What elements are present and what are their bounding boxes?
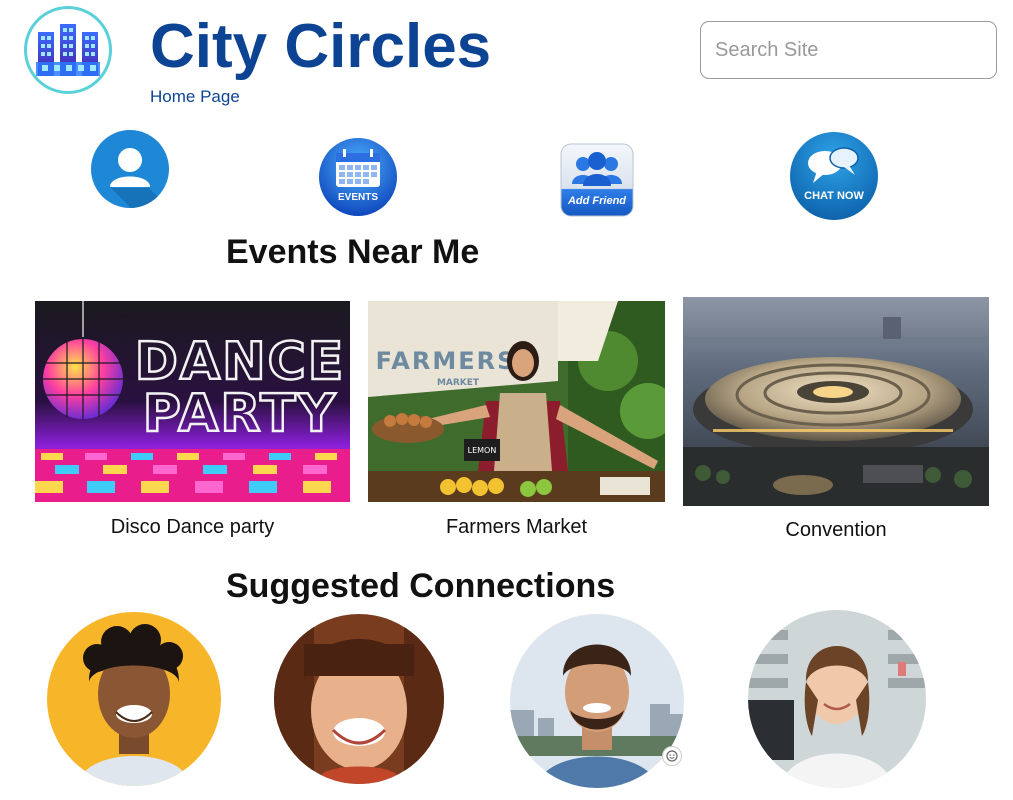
events-button[interactable]: EVENTS bbox=[318, 137, 398, 217]
connection-avatar-3[interactable] bbox=[510, 614, 684, 788]
lemon-price-sign: LEMON bbox=[468, 446, 497, 455]
connection-avatar-2[interactable] bbox=[274, 614, 444, 784]
site-title: City Circles bbox=[150, 12, 492, 81]
city-buildings-logo-icon bbox=[36, 24, 100, 76]
dance-party-text-line1: DANCE bbox=[135, 332, 346, 392]
farmers-market-image: FARMERS MARKET LEMON bbox=[368, 301, 665, 502]
event-caption-convention[interactable]: Convention bbox=[683, 519, 989, 542]
connections-section-heading: Suggested Connections bbox=[226, 567, 616, 605]
dance-party-image: DANCE PARTY bbox=[35, 301, 350, 502]
site-logo[interactable] bbox=[24, 6, 112, 94]
add-friend-button[interactable]: Add Friend bbox=[559, 142, 635, 218]
add-friend-icon-label: Add Friend bbox=[567, 195, 626, 207]
user-profile-icon bbox=[91, 130, 169, 208]
event-caption-farmers-market[interactable]: Farmers Market bbox=[368, 516, 665, 539]
events-section-heading: Events Near Me bbox=[226, 233, 480, 271]
man-denim-shirt-avatar-icon bbox=[510, 614, 684, 788]
chat-bubbles-icon: CHAT NOW bbox=[790, 132, 878, 220]
person-3-status-icon bbox=[662, 746, 682, 766]
events-icon-label: EVENTS bbox=[338, 192, 378, 203]
connection-avatar-4[interactable] bbox=[748, 610, 926, 788]
breadcrumb-home-link[interactable]: Home Page bbox=[150, 87, 240, 107]
chat-now-button[interactable]: CHAT NOW bbox=[789, 131, 879, 221]
woman-pharmacist-avatar-icon bbox=[748, 610, 926, 788]
event-caption-disco-dance-party[interactable]: Disco Dance party bbox=[35, 516, 350, 539]
man-curly-hair-avatar-icon bbox=[47, 612, 221, 786]
event-image-farmers-market[interactable]: FARMERS MARKET LEMON bbox=[368, 301, 665, 502]
chat-now-icon-label: CHAT NOW bbox=[804, 190, 864, 202]
profile-button[interactable] bbox=[91, 130, 169, 208]
dance-party-text-line2: PARTY bbox=[143, 384, 337, 444]
convention-center-image bbox=[683, 297, 989, 506]
add-friend-icon: Add Friend bbox=[560, 143, 634, 217]
search-input[interactable] bbox=[700, 21, 997, 79]
calendar-icon: EVENTS bbox=[319, 138, 397, 216]
farmers-sign-line2: MARKET bbox=[437, 378, 480, 388]
event-image-convention[interactable] bbox=[683, 297, 989, 506]
event-image-dance-party[interactable]: DANCE PARTY bbox=[35, 301, 350, 502]
farmers-sign-line1: FARMERS bbox=[376, 347, 517, 375]
woman-bangs-avatar-icon bbox=[274, 614, 444, 784]
connection-avatar-1[interactable] bbox=[47, 612, 221, 786]
